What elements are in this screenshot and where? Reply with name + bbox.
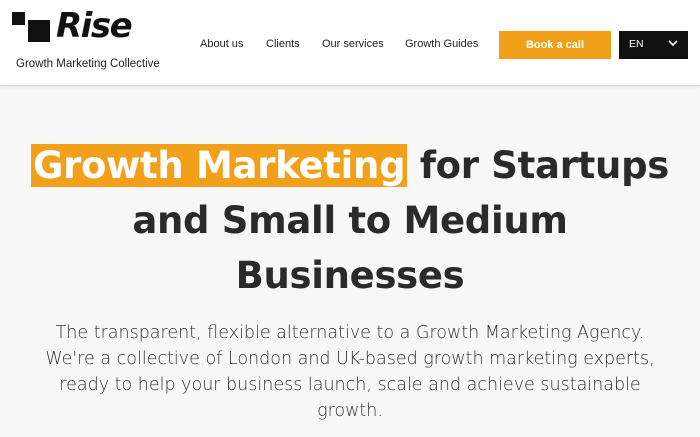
hero-subtitle: The transparent, flexible alternative to… (20, 320, 680, 424)
hero-subtitle-line-2: We're a collective of London and UK-base… (45, 349, 655, 369)
book-a-call-button[interactable]: Book a call (499, 31, 611, 59)
language-selector[interactable]: EN (619, 31, 688, 59)
chevron-down-icon (668, 40, 678, 47)
nav-item-about-us[interactable]: About us (200, 37, 243, 51)
hero-title-highlight: Growth Marketing (31, 144, 408, 187)
site-header: Rise Growth Marketing Collective About u… (0, 0, 700, 86)
brand-tagline: Growth Marketing Collective (16, 58, 160, 70)
language-selected: EN (629, 38, 644, 50)
hero-title-line-3: Businesses (235, 254, 465, 297)
hero-subtitle-line-1: The transparent, flexible alternative to… (55, 323, 645, 343)
hero-title: Growth Marketing for Startups and Small … (0, 138, 700, 303)
nav-item-clients[interactable]: Clients (266, 37, 300, 51)
hero-subtitle-line-3: ready to help your business launch, scal… (59, 375, 641, 395)
hero-title-line-1: for Startups (407, 144, 669, 187)
hero-title-line-2: and Small to Medium (132, 199, 568, 242)
nav-item-growth-guides[interactable]: Growth Guides (405, 37, 478, 51)
hero-subtitle-line-4: growth. (317, 401, 383, 421)
nav-item-our-services[interactable]: Our services (322, 37, 384, 51)
